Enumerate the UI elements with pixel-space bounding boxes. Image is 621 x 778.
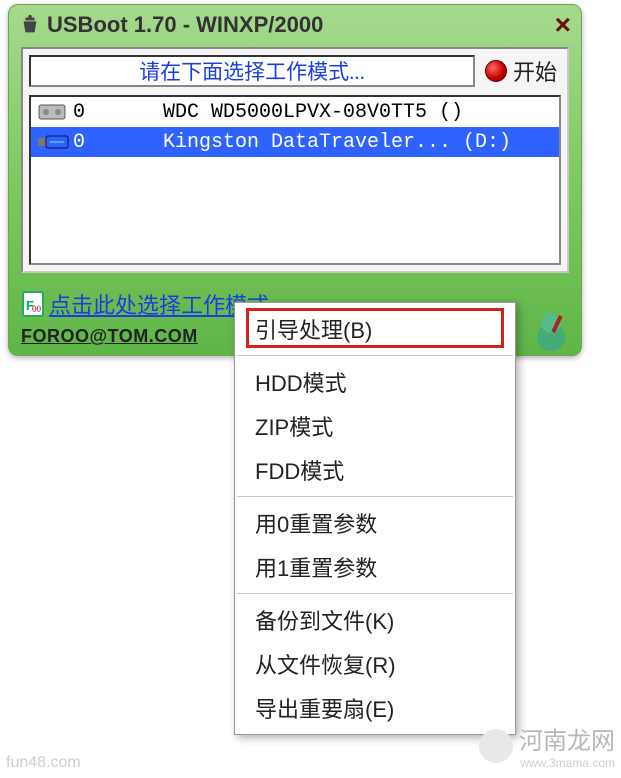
drive-row[interactable]: 0Kingston DataTraveler... (D:): [31, 127, 559, 157]
watermark-logo-icon: [479, 729, 513, 763]
menu-item[interactable]: HDD模式: [235, 360, 515, 404]
menu-item[interactable]: 引导处理(B): [235, 307, 515, 351]
svg-text:00: 00: [32, 304, 42, 314]
watermark-left: fun48.com: [6, 754, 81, 772]
watermark-right: 河南龙网 www.3mama.com: [479, 721, 615, 770]
email-link[interactable]: FOROO@TOM.COM: [21, 326, 269, 347]
titlebar[interactable]: USBoot 1.70 - WINXP/2000 ×: [9, 5, 581, 45]
top-row: 请在下面选择工作模式... 开始: [29, 55, 561, 87]
menu-item[interactable]: FDD模式: [235, 448, 515, 492]
mode-link[interactable]: F00 点击此处选择工作模式: [21, 288, 269, 320]
instruction-text: 请在下面选择工作模式...: [139, 56, 365, 86]
main-panel: 请在下面选择工作模式... 开始 0WDC WD5000LPVX-08V0TT5…: [21, 47, 569, 273]
menu-item[interactable]: 导出重要扇(E): [235, 686, 515, 730]
menu-item[interactable]: 从文件恢复(R): [235, 642, 515, 686]
menu-separator: [237, 355, 513, 356]
hdd-icon: [37, 101, 71, 123]
drive-list[interactable]: 0WDC WD5000LPVX-08V0TT5 ()0Kingston Data…: [29, 95, 561, 265]
menu-item[interactable]: ZIP模式: [235, 404, 515, 448]
usb-icon: [19, 14, 41, 36]
start-label: 开始: [513, 55, 557, 87]
menu-item[interactable]: 备份到文件(K): [235, 598, 515, 642]
mascot-icon: [531, 309, 571, 353]
context-menu: 引导处理(B) HDD模式ZIP模式FDD模式用0重置参数用1重置参数备份到文件(…: [234, 302, 516, 735]
watermark-cn: 河南龙网: [519, 728, 615, 755]
drive-label: Kingston DataTraveler... (D:): [163, 131, 511, 154]
f00-icon: F00: [21, 290, 45, 318]
window-title: USBoot 1.70 - WINXP/2000: [47, 12, 323, 38]
start-button[interactable]: 开始: [481, 55, 561, 87]
drive-index: 0: [71, 131, 163, 154]
watermark-url: www.3mama.com: [519, 756, 615, 770]
instruction-box: 请在下面选择工作模式...: [29, 55, 475, 87]
menu-item[interactable]: 用0重置参数: [235, 501, 515, 545]
menu-separator: [237, 593, 513, 594]
status-left: F00 点击此处选择工作模式 FOROO@TOM.COM: [21, 288, 269, 347]
menu-separator: [237, 496, 513, 497]
menu-item[interactable]: 用1重置参数: [235, 545, 515, 589]
record-icon: [485, 60, 507, 82]
drive-row[interactable]: 0WDC WD5000LPVX-08V0TT5 (): [31, 97, 559, 127]
close-icon[interactable]: ×: [555, 9, 571, 41]
usb-plug-icon: [37, 131, 71, 153]
drive-index: 0: [71, 101, 163, 124]
drive-label: WDC WD5000LPVX-08V0TT5 (): [163, 101, 463, 124]
